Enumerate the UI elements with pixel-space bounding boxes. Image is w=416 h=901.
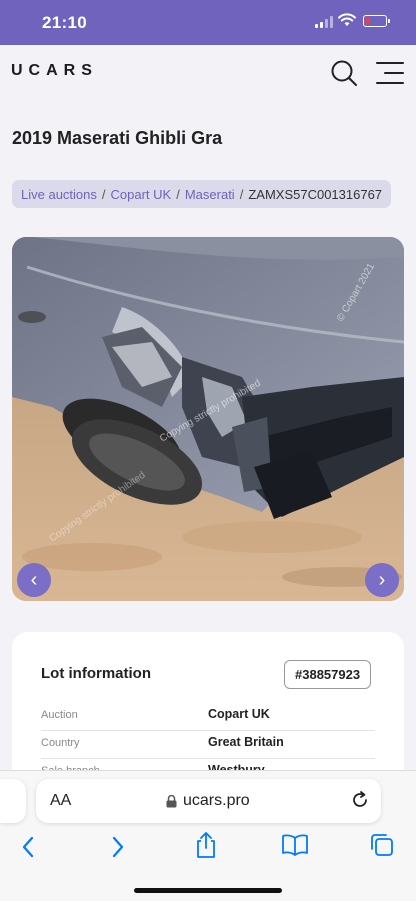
tabs-icon[interactable] xyxy=(370,833,394,857)
breadcrumb-copart-uk[interactable]: Copart UK xyxy=(111,187,172,202)
breadcrumb-separator: / xyxy=(239,186,244,202)
status-bar: 21:10 xyxy=(0,0,416,45)
previous-tab-preview[interactable] xyxy=(0,779,26,823)
url-text: ucars.pro xyxy=(183,792,250,809)
forward-icon[interactable] xyxy=(110,835,126,859)
breadcrumb-separator: / xyxy=(176,186,180,202)
breadcrumb: Live auctions / Copart UK / Maserati / Z… xyxy=(12,180,392,208)
url-display[interactable]: ucars.pro xyxy=(166,792,250,810)
chevron-right-icon: › xyxy=(378,568,386,591)
wifi-icon xyxy=(338,13,356,26)
address-bar[interactable]: AA ucars.pro xyxy=(36,779,381,823)
lot-information-card: Lot information #38857923 Auction Copart… xyxy=(12,632,404,792)
breadcrumb-separator: / xyxy=(101,186,106,202)
battery-icon xyxy=(363,15,390,27)
next-photo-button[interactable]: › xyxy=(365,563,399,597)
browser-toolbar xyxy=(0,829,416,869)
lot-row-value: Copart UK xyxy=(208,707,270,721)
lock-icon xyxy=(166,794,177,807)
lot-row-label: Auction xyxy=(41,709,78,721)
menu-icon[interactable] xyxy=(376,62,404,84)
bookmarks-icon[interactable] xyxy=(282,834,308,856)
lot-information-title: Lot information xyxy=(41,665,151,682)
site-logo[interactable]: UCARS xyxy=(11,62,98,80)
vehicle-photo[interactable]: Copying strictly prohibited © Copart 202… xyxy=(12,237,404,601)
lot-number-badge[interactable]: #38857923 xyxy=(284,660,372,689)
chevron-left-icon: ‹ xyxy=(30,568,38,591)
search-icon[interactable] xyxy=(330,59,358,87)
back-icon[interactable] xyxy=(20,835,36,859)
lot-row-country: Country Great Britain xyxy=(41,730,375,759)
browser-bottom-bar: AA ucars.pro xyxy=(0,770,416,901)
breadcrumb-maserati[interactable]: Maserati xyxy=(185,187,235,202)
lot-row-label: Country xyxy=(41,737,80,749)
breadcrumb-live-auctions[interactable]: Live auctions xyxy=(21,187,97,202)
home-indicator xyxy=(134,888,282,893)
lot-row-value: Great Britain xyxy=(208,735,284,749)
lot-row-auction: Auction Copart UK xyxy=(41,702,375,731)
cellular-signal-icon xyxy=(315,15,333,28)
reader-settings-button[interactable]: AA xyxy=(50,792,71,810)
site-header: UCARS xyxy=(0,45,416,103)
breadcrumb-current-vin: ZAMXS57C001316767 xyxy=(248,186,383,202)
status-time: 21:10 xyxy=(42,13,87,32)
previous-photo-button[interactable]: ‹ xyxy=(17,563,51,597)
reload-icon[interactable] xyxy=(350,790,370,810)
page-title: 2019 Maserati Ghibli Gra xyxy=(12,128,223,148)
share-icon[interactable] xyxy=(195,831,217,859)
